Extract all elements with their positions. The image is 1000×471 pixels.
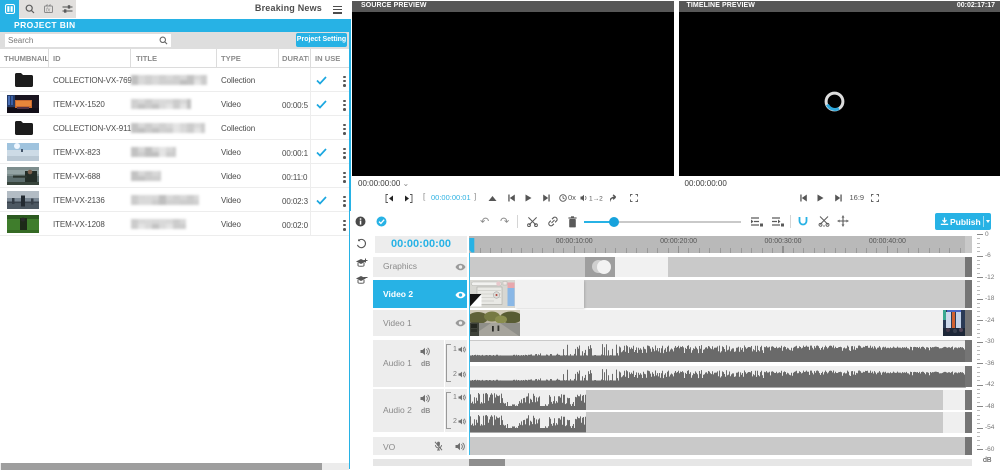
svg-text:1→2: 1→2 [589,196,603,203]
